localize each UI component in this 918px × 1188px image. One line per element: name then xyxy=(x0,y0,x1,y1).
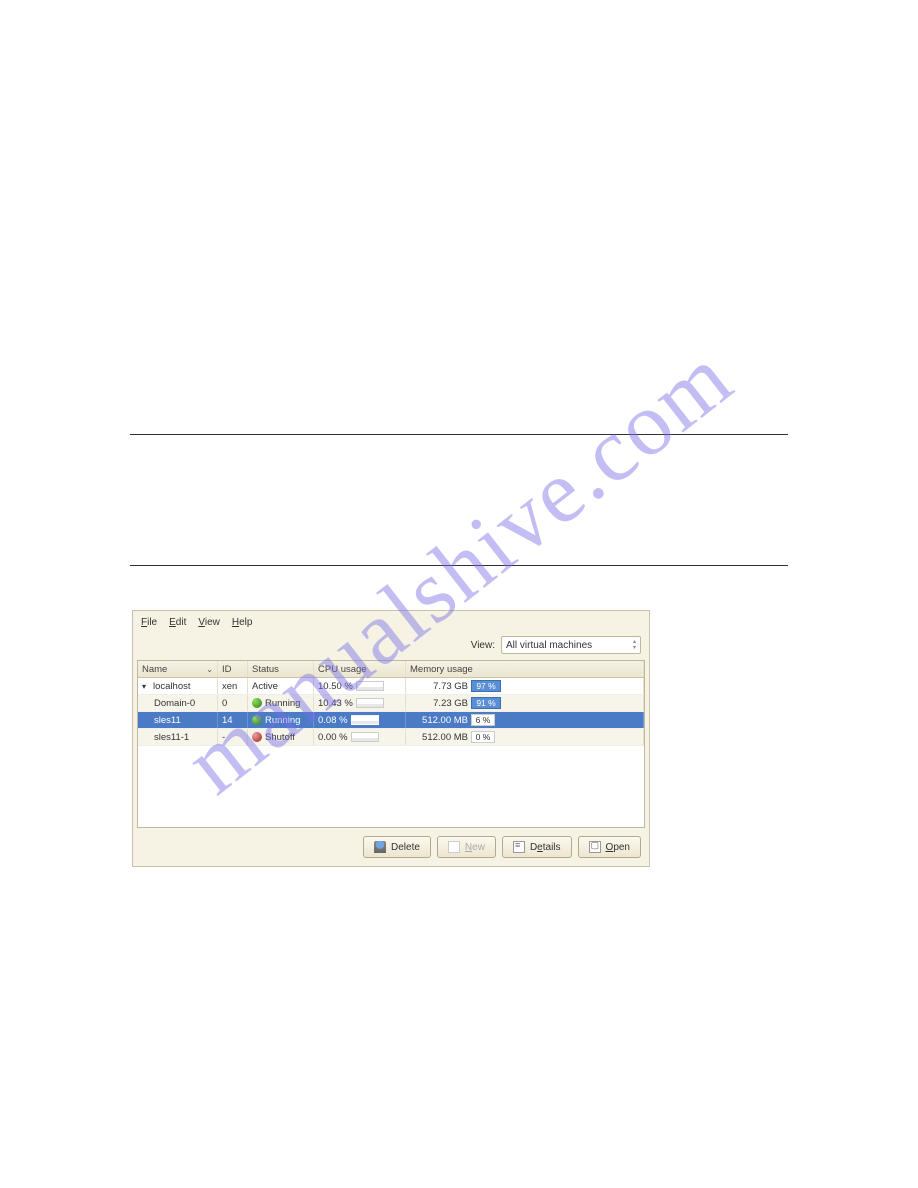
vm-manager-window: File Edit View Help View: All virtual ma… xyxy=(132,610,650,867)
view-label: View: xyxy=(471,640,495,651)
cpu-sparkline xyxy=(356,698,384,708)
cell-status: Running xyxy=(248,695,314,711)
cell-name: sles11-1 xyxy=(138,729,218,745)
table-row[interactable]: sles1114Running0.08 %512.00 MB 6 % xyxy=(138,712,644,729)
col-name[interactable]: Name ⌄ xyxy=(138,661,218,677)
table-body: ▾localhostxenActive10.50 %7.73 GB 97 %Do… xyxy=(138,678,644,746)
running-icon xyxy=(252,715,262,725)
memory-bar: 0 % xyxy=(471,731,495,743)
view-filter-row: View: All virtual machines ▴▾ xyxy=(133,632,649,660)
menu-file[interactable]: File xyxy=(141,617,157,628)
cell-cpu: 10.50 % xyxy=(314,678,406,694)
cpu-sparkline xyxy=(356,681,384,691)
cell-mem: 7.23 GB 91 % xyxy=(406,695,644,711)
menubar: File Edit View Help xyxy=(133,611,649,632)
cell-status: Active xyxy=(248,678,314,694)
menu-help[interactable]: Help xyxy=(232,617,253,628)
table-row[interactable]: Domain-00Running10.43 %7.23 GB 91 % xyxy=(138,695,644,712)
view-select-value: All virtual machines xyxy=(506,640,592,651)
cpu-sparkline xyxy=(351,715,379,725)
cell-id: - xyxy=(218,729,248,745)
cell-name: sles11 xyxy=(138,712,218,728)
cell-mem: 7.73 GB 97 % xyxy=(406,678,644,694)
cell-name: ▾localhost xyxy=(138,678,218,694)
shutoff-icon xyxy=(252,732,262,742)
view-select[interactable]: All virtual machines ▴▾ xyxy=(501,636,641,654)
cell-status: Running xyxy=(248,712,314,728)
spinner-icon: ▴▾ xyxy=(633,639,636,651)
toolbar: Delete New Details Open xyxy=(133,828,649,866)
delete-button[interactable]: Delete xyxy=(363,836,431,858)
table-row[interactable]: ▾localhostxenActive10.50 %7.73 GB 97 % xyxy=(138,678,644,695)
col-id[interactable]: ID xyxy=(218,661,248,677)
details-icon xyxy=(513,841,525,853)
table-header: Name ⌄ ID Status CPU usage Memory usage xyxy=(138,661,644,678)
delete-icon xyxy=(374,841,386,853)
col-mem[interactable]: Memory usage xyxy=(406,661,644,677)
table-row[interactable]: sles11-1-Shutoff0.00 %512.00 MB 0 % xyxy=(138,729,644,746)
new-button[interactable]: New xyxy=(437,836,496,858)
cell-id: 0 xyxy=(218,695,248,711)
cell-id: 14 xyxy=(218,712,248,728)
col-cpu[interactable]: CPU usage xyxy=(314,661,406,677)
menu-edit[interactable]: Edit xyxy=(169,617,186,628)
cell-mem: 512.00 MB 0 % xyxy=(406,729,644,745)
sort-arrow-icon: ⌄ xyxy=(206,665,213,674)
cell-status: Shutoff xyxy=(248,729,314,745)
cell-name: Domain-0 xyxy=(138,695,218,711)
cell-cpu: 10.43 % xyxy=(314,695,406,711)
page-content: File Edit View Help View: All virtual ma… xyxy=(0,0,918,1188)
divider-1 xyxy=(130,434,788,435)
cpu-sparkline xyxy=(351,732,379,742)
menu-view[interactable]: View xyxy=(198,617,220,628)
memory-bar: 97 % xyxy=(471,680,501,692)
new-icon xyxy=(448,841,460,853)
memory-bar: 6 % xyxy=(471,714,495,726)
col-status[interactable]: Status xyxy=(248,661,314,677)
cell-cpu: 0.00 % xyxy=(314,729,406,745)
open-icon xyxy=(589,841,601,853)
expand-icon[interactable]: ▾ xyxy=(142,682,150,691)
memory-bar: 91 % xyxy=(471,697,501,709)
vm-table: Name ⌄ ID Status CPU usage Memory usage … xyxy=(137,660,645,828)
details-button[interactable]: Details xyxy=(502,836,572,858)
cell-cpu: 0.08 % xyxy=(314,712,406,728)
divider-2 xyxy=(130,565,788,566)
cell-id: xen xyxy=(218,678,248,694)
open-button[interactable]: Open xyxy=(578,836,641,858)
running-icon xyxy=(252,698,262,708)
cell-mem: 512.00 MB 6 % xyxy=(406,712,644,728)
